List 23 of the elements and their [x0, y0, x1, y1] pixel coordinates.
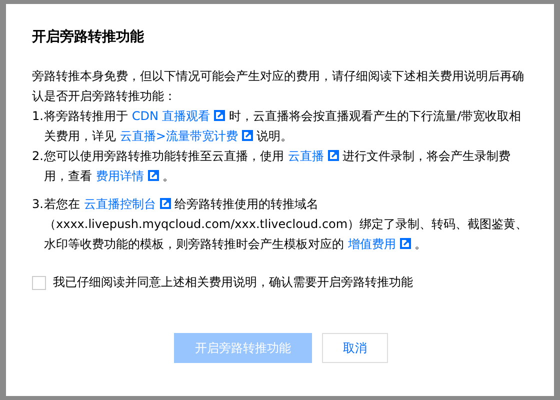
item-text: 将旁路转推用于 CDN 直播观看 时，云直播将会按直播观看产生的下行流量/带宽收取相关费用，详见 云直播>流量带宽计费 说明。: [44, 108, 522, 145]
dialog-title: 开启旁路转推功能: [32, 28, 145, 46]
link[interactable]: 增值费用: [348, 237, 411, 251]
external-link-icon: [328, 150, 339, 161]
link[interactable]: 云直播>流量带宽计费: [120, 129, 253, 143]
checkbox-label: 我已仔细阅读并同意上述相关费用说明，确认需要开启旁路转推功能: [53, 274, 413, 291]
item-text: 若您在 云直播控制台 给旁路转推使用的转推域名（xxxx.livepush.myqcloud.com/xxx.tlivecloud.com）绑定了录制、转码、截图鉴黄、水印等收费功能的模板，则旁路转推时会产生模板对应的 增值费用 。: [44, 196, 529, 253]
intro-text: 旁路转推本身免费，但以下情况可能会产生对应的费用，请仔细阅读下述相关费用说明后再确认是否开启旁路转推功能：: [32, 68, 525, 105]
checkbox[interactable]: [32, 276, 46, 290]
external-link-icon: [400, 238, 411, 249]
external-link-icon: [148, 170, 159, 181]
link[interactable]: 云直播控制台: [84, 197, 171, 211]
external-link-icon: [214, 110, 226, 121]
item-text: 您可以使用旁路转推功能转推至云直播，使用 云直播 进行文件录制，将会产生录制费用，查看 费用详情 。: [44, 148, 512, 185]
item-number: 3.: [32, 196, 44, 213]
external-link-icon: [160, 198, 171, 209]
item-number: 2.: [32, 148, 44, 165]
link[interactable]: 费用详情: [96, 169, 159, 183]
external-link-icon: [242, 130, 253, 141]
cancel-button[interactable]: 取消: [322, 333, 388, 363]
item-number: 1.: [32, 108, 44, 125]
link[interactable]: CDN 直播观看: [132, 109, 226, 123]
link[interactable]: 云直播: [288, 149, 339, 163]
